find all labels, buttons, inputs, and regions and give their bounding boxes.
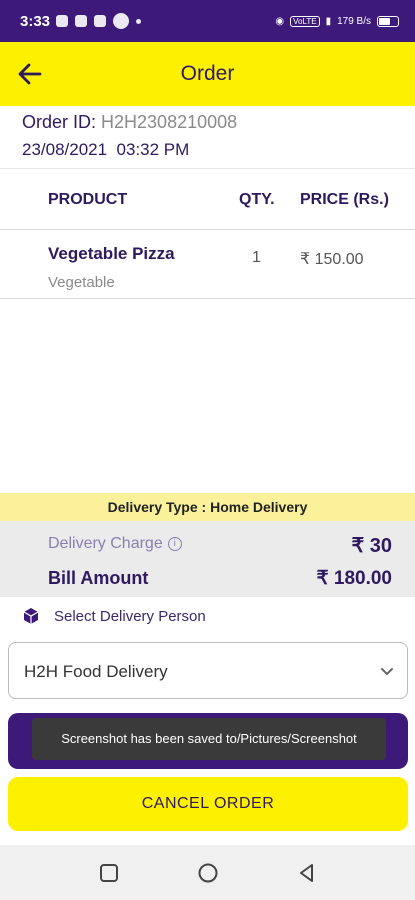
order-id-label: Order ID: [22, 112, 97, 132]
select-delivery-person-label: Select Delivery Person [54, 607, 206, 625]
delivery-charge-row: Delivery Charge i [48, 535, 182, 553]
app-bar: Order [0, 42, 415, 106]
status-time: 3:33 [20, 12, 51, 30]
order-info: Order ID: H2H2308210008 23/08/2021 03:32… [22, 112, 402, 160]
select-delivery-person: Select Delivery Person [22, 607, 206, 625]
order-id-value: H2H2308210008 [101, 112, 238, 132]
bill-amount-label: Bill Amount [48, 568, 149, 588]
delivery-type-banner: Delivery Type : Home Delivery [0, 493, 415, 521]
signal-icon: ▮ [325, 15, 332, 27]
delivery-charge-label: Delivery Charge [48, 535, 163, 552]
battery-icon [377, 15, 399, 27]
table-header: PRODUCT QTY. PRICE (Rs.) [0, 170, 415, 230]
table-row: Vegetable Pizza Vegetable 1 ₹ 150.00 [0, 231, 415, 299]
dot-icon [136, 18, 142, 24]
charges-panel: Delivery Charge i ₹ 30 Bill Amount ₹ 180… [0, 521, 415, 597]
product-name: Vegetable Pizza [48, 244, 175, 263]
status-bar: 3:33 ◉ VoLTE ▮ 179 B/s [0, 0, 415, 42]
recents-icon[interactable] [98, 862, 120, 884]
hotspot-icon: ◉ [275, 15, 285, 27]
product-price: ₹ 150.00 [300, 251, 364, 268]
notification-icon [56, 15, 69, 27]
bill-amount-value: ₹ 180.00 [316, 568, 392, 589]
message-icon [75, 15, 88, 27]
back-arrow-icon[interactable] [16, 60, 44, 88]
product-category: Vegetable [48, 274, 115, 291]
delivery-charge-value: ₹ 30 [351, 535, 392, 557]
package-icon [23, 608, 39, 624]
order-id-row: Order ID: H2H2308210008 [22, 112, 402, 138]
circle-icon [113, 13, 130, 29]
divider [0, 168, 415, 169]
navigation-bar [0, 845, 415, 900]
cancel-order-button[interactable]: CANCEL ORDER [8, 777, 408, 831]
toast-message: Screenshot has been saved to/Pictures/Sc… [32, 718, 386, 760]
status-indicators: ◉ VoLTE ▮ 179 B/s [275, 15, 399, 27]
header-product: PRODUCT [48, 191, 128, 208]
speed-indicator: 179 B/s [337, 15, 371, 27]
page-title: Order [180, 62, 235, 85]
home-icon[interactable] [197, 862, 219, 884]
delivery-person-dropdown[interactable]: H2H Food Delivery [8, 642, 408, 699]
order-datetime: 23/08/2021 03:32 PM [22, 140, 190, 159]
info-icon[interactable]: i [167, 537, 182, 551]
chevron-down-icon [381, 668, 393, 676]
volte-badge: VoLTE [290, 15, 320, 27]
shield-icon [94, 15, 107, 27]
dropdown-selected-value: H2H Food Delivery [24, 662, 168, 681]
back-nav-icon[interactable] [296, 862, 318, 884]
product-qty: 1 [252, 249, 261, 266]
header-qty: QTY. [239, 191, 275, 208]
header-price: PRICE (Rs.) [300, 191, 389, 208]
